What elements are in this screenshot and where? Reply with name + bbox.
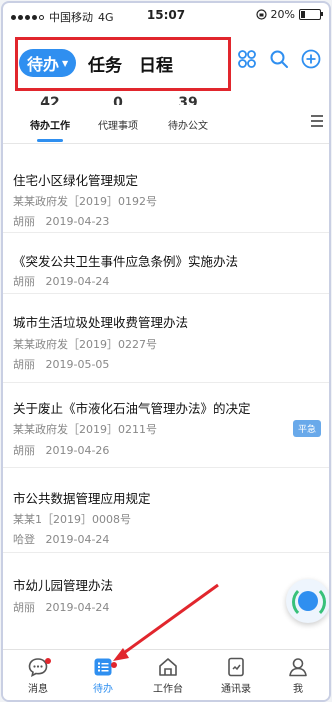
item-title: 住宅小区绿化管理规定	[13, 173, 139, 188]
stat-count: 39	[178, 95, 198, 105]
header: 待办 ▼ 任务 日程	[3, 27, 329, 97]
assistant-icon	[298, 591, 318, 611]
item-doc-number: 某某1［2019］0008号	[13, 513, 131, 526]
item-title: 关于废止《市液化石油气管理办法》的决定	[13, 401, 251, 416]
battery-fill	[301, 11, 305, 18]
item-meta: 胡丽 2019-04-23	[13, 213, 109, 229]
phone-screen: 中国移动 4G 15:07 20% 待办 ▼ 任务 日程 42 待办工作 0 代…	[3, 3, 329, 700]
list-item[interactable]: 《突发公共卫生事件应急条例》实施办法 胡丽 2019-04-24	[3, 233, 329, 294]
apps-icon[interactable]	[237, 49, 257, 69]
item-title: 城市生活垃圾处理收费管理办法	[13, 315, 189, 330]
list-item[interactable]: 市幼儿园管理办法 胡丽 2019-04-24	[3, 553, 329, 619]
nav-label: 我	[293, 684, 303, 695]
nav-me[interactable]: 我	[268, 656, 328, 695]
item-title: 市公共数据管理应用规定	[13, 491, 151, 506]
status-bar: 中国移动 4G 15:07 20%	[3, 3, 329, 27]
stat-count: 0	[113, 95, 123, 105]
item-person: 哈登	[13, 533, 35, 546]
item-person: 胡丽	[13, 601, 35, 614]
user-icon	[289, 658, 307, 677]
nav-label: 通讯录	[221, 684, 251, 695]
item-date: 2019-04-24	[45, 275, 110, 288]
item-title: 《突发公共卫生事件应急条例》实施办法	[13, 254, 239, 269]
unread-dot	[45, 658, 51, 664]
header-actions	[237, 49, 321, 69]
stat-label: 待办公文	[168, 121, 208, 132]
item-meta: 胡丽 2019-05-05	[13, 356, 109, 372]
nav-todo[interactable]: 待办	[73, 656, 133, 695]
item-meta: 胡丽 2019-04-26	[13, 442, 109, 458]
item-doc-number: 某某政府发［2019］0192号	[13, 195, 157, 208]
nav-label: 工作台	[153, 684, 183, 695]
item-person: 胡丽	[13, 358, 35, 371]
active-tab-indicator	[37, 139, 63, 142]
item-meta: 胡丽 2019-04-24	[13, 273, 109, 289]
nav-messages[interactable]: 消息	[8, 656, 68, 695]
highlight-box	[15, 37, 231, 91]
list-item[interactable]: 住宅小区绿化管理规定 某某政府发［2019］0192号 胡丽 2019-04-2…	[3, 158, 329, 233]
list-item[interactable]: 城市生活垃圾处理收费管理办法 某某政府发［2019］0227号 胡丽 2019-…	[3, 294, 329, 383]
item-person: 胡丽	[13, 444, 35, 457]
item-date: 2019-04-24	[45, 601, 110, 614]
stats-tabs: 42 待办工作 0 代理事项 39 待办公文	[3, 91, 329, 144]
item-title: 市幼儿园管理办法	[13, 578, 114, 593]
assistant-float-button[interactable]	[286, 579, 329, 623]
item-person: 胡丽	[13, 275, 35, 288]
nav-contacts[interactable]: 通讯录	[206, 656, 266, 695]
contacts-book-icon	[228, 657, 244, 677]
battery-percent: 20%	[270, 8, 295, 21]
todo-list-icon	[94, 658, 112, 676]
add-icon[interactable]	[301, 49, 321, 69]
bottom-nav: 消息 待办 工作台 通讯录 我	[3, 649, 329, 700]
item-date: 2019-04-23	[45, 215, 110, 228]
item-meta: 胡丽 2019-04-24	[13, 599, 109, 615]
stat-daili-shixiang[interactable]: 0 代理事项	[78, 91, 158, 132]
todo-list: 住宅小区绿化管理规定 某某政府发［2019］0192号 胡丽 2019-04-2…	[3, 158, 329, 619]
item-date: 2019-04-26	[45, 444, 110, 457]
item-date: 2019-04-24	[45, 533, 110, 546]
item-date: 2019-05-05	[45, 358, 110, 371]
status-right: 20%	[255, 8, 323, 21]
home-icon	[159, 658, 177, 676]
list-item[interactable]: 关于废止《市液化石油气管理办法》的决定 某某政府发［2019］0211号 平急 …	[3, 383, 329, 468]
item-doc-number: 某某政府发［2019］0227号	[13, 338, 157, 351]
urgency-badge: 平急	[292, 420, 321, 437]
rotation-lock-icon	[255, 9, 267, 20]
item-person: 胡丽	[13, 215, 35, 228]
nav-label: 消息	[28, 684, 48, 695]
badge-dot	[111, 662, 117, 668]
item-meta: 哈登 2019-04-24	[13, 531, 109, 547]
menu-icon[interactable]	[311, 115, 323, 130]
item-doc-number: 某某政府发［2019］0211号	[13, 423, 157, 436]
search-icon[interactable]	[269, 49, 289, 69]
battery-icon	[299, 9, 323, 20]
nav-workbench[interactable]: 工作台	[138, 656, 198, 695]
list-item[interactable]: 市公共数据管理应用规定 某某1［2019］0008号 哈登 2019-04-24	[3, 468, 329, 553]
stat-label: 代理事项	[98, 121, 138, 132]
stat-daiban-gongwen[interactable]: 39 待办公文	[148, 91, 228, 132]
nav-label: 待办	[93, 684, 113, 695]
